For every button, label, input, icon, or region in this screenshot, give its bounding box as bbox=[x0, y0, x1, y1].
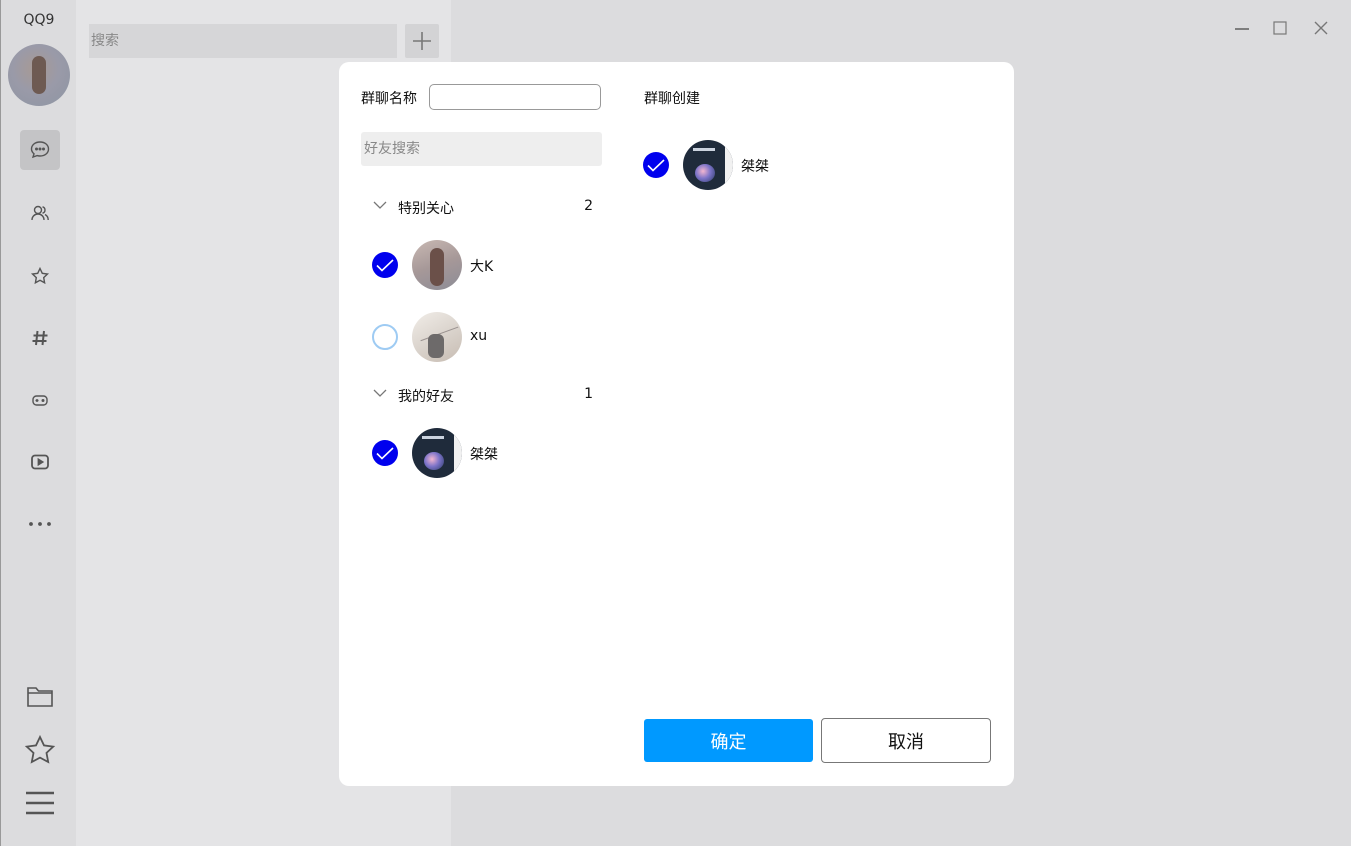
selected-avatar bbox=[683, 140, 733, 190]
friend-row[interactable]: 桀桀 bbox=[372, 427, 602, 479]
menu-icon[interactable] bbox=[20, 783, 60, 823]
maximize-icon bbox=[1273, 21, 1287, 35]
chevron-down-icon bbox=[373, 389, 387, 397]
user-avatar[interactable] bbox=[8, 44, 70, 106]
maximize-button[interactable] bbox=[1270, 18, 1290, 38]
cancel-button[interactable]: 取消 bbox=[821, 718, 991, 763]
check-icon bbox=[647, 159, 665, 172]
friend-avatar bbox=[412, 312, 462, 362]
check-icon bbox=[376, 447, 394, 460]
group-count: 2 bbox=[584, 198, 593, 214]
more-icon[interactable] bbox=[20, 504, 60, 544]
star-icon[interactable] bbox=[20, 256, 60, 296]
close-button[interactable] bbox=[1311, 18, 1331, 38]
group-name: 我的好友 bbox=[398, 389, 454, 405]
plus-icon bbox=[413, 32, 431, 50]
group-name: 特别关心 bbox=[398, 201, 454, 217]
video-icon[interactable] bbox=[20, 442, 60, 482]
folder-icon[interactable] bbox=[20, 676, 60, 716]
favorites-icon[interactable] bbox=[20, 730, 60, 770]
friend-name: 大K bbox=[470, 259, 494, 275]
checkbox-checked[interactable] bbox=[372, 252, 398, 278]
selected-panel-title: 群聊创建 bbox=[644, 91, 700, 107]
friend-search-input[interactable]: 好友搜索 bbox=[361, 132, 602, 166]
group-name-label: 群聊名称 bbox=[361, 91, 417, 107]
game-icon[interactable] bbox=[20, 380, 60, 420]
friend-name: 桀桀 bbox=[470, 447, 498, 463]
check-icon bbox=[376, 259, 394, 272]
checkbox-unchecked[interactable] bbox=[372, 324, 398, 350]
create-group-dialog: 群聊名称 好友搜索 特别关心 2 大K xu 我的好友 1 桀桀 群聊创建 桀桀… bbox=[339, 62, 1014, 786]
close-icon bbox=[1314, 21, 1328, 35]
checkbox-checked[interactable] bbox=[643, 152, 669, 178]
chat-icon[interactable] bbox=[20, 130, 60, 170]
selected-member[interactable]: 桀桀 bbox=[643, 139, 843, 191]
hashtag-icon[interactable] bbox=[20, 318, 60, 358]
friend-row[interactable]: 大K bbox=[372, 239, 602, 291]
group-count: 1 bbox=[584, 386, 593, 402]
checkbox-checked[interactable] bbox=[372, 440, 398, 466]
group-name-input[interactable] bbox=[429, 84, 601, 110]
app-title: QQ9 bbox=[23, 12, 55, 28]
friend-avatar bbox=[412, 240, 462, 290]
minimize-icon bbox=[1235, 28, 1249, 30]
friend-avatar bbox=[412, 428, 462, 478]
friend-name: xu bbox=[470, 328, 488, 344]
confirm-button[interactable]: 确定 bbox=[644, 719, 813, 762]
chevron-down-icon bbox=[373, 201, 387, 209]
contacts-icon[interactable] bbox=[20, 193, 60, 233]
minimize-button[interactable] bbox=[1232, 18, 1252, 38]
left-rail: QQ9 bbox=[0, 0, 77, 846]
group-header-special[interactable]: 特别关心 2 bbox=[373, 196, 593, 220]
selected-name: 桀桀 bbox=[741, 159, 769, 175]
search-input[interactable]: 搜索 bbox=[89, 24, 397, 58]
group-header-friends[interactable]: 我的好友 1 bbox=[373, 384, 593, 408]
add-button[interactable] bbox=[405, 24, 439, 58]
friend-row[interactable]: xu bbox=[372, 311, 602, 363]
